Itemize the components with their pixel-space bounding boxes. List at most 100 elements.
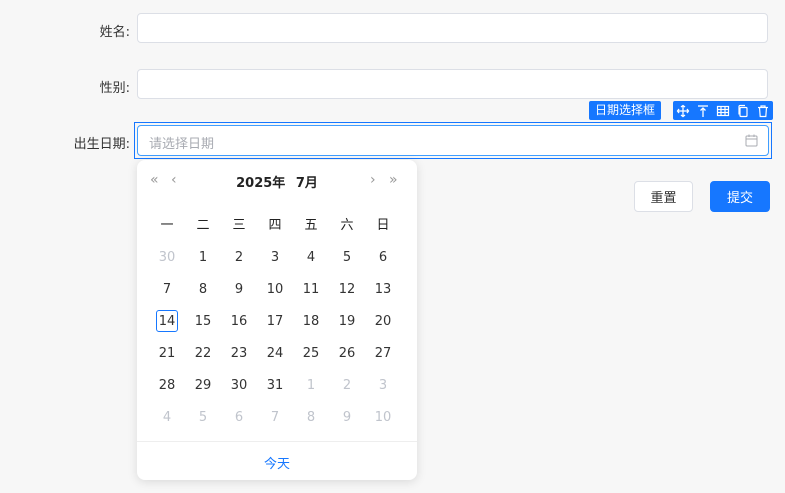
day-cell[interactable]: 27 <box>365 337 401 369</box>
day-cell[interactable]: 6 <box>365 241 401 273</box>
day-cell[interactable]: 24 <box>257 337 293 369</box>
date-picker-footer: 今天 <box>137 441 417 480</box>
weekday-label: 日 <box>376 218 390 233</box>
day-cell[interactable]: 18 <box>293 305 329 337</box>
move-icon[interactable] <box>676 104 690 118</box>
today-button[interactable]: 今天 <box>137 453 417 472</box>
next-month-button[interactable]: › <box>370 172 375 188</box>
date-picker-header: « ‹ 2025年 7月 › » <box>137 160 417 200</box>
day-number: 12 <box>338 281 356 297</box>
day-cell[interactable]: 11 <box>293 273 329 305</box>
day-number: 27 <box>374 345 392 361</box>
weekday-label: 二 <box>196 218 210 233</box>
day-cell[interactable]: 21 <box>149 337 185 369</box>
component-tag[interactable]: 日期选择框 <box>589 101 662 120</box>
month-label[interactable]: 7月 <box>296 176 318 191</box>
day-number: 3 <box>378 377 388 393</box>
day-number: 14 <box>156 310 178 332</box>
copy-icon[interactable] <box>736 104 750 118</box>
day-number: 25 <box>302 345 320 361</box>
day-cell[interactable]: 5 <box>329 241 365 273</box>
day-cell[interactable]: 13 <box>365 273 401 305</box>
day-cell[interactable]: 26 <box>329 337 365 369</box>
day-cell[interactable]: 10 <box>257 273 293 305</box>
day-number: 18 <box>302 313 320 329</box>
day-number: 2 <box>342 377 352 393</box>
day-number: 31 <box>266 377 284 393</box>
day-cell[interactable]: 4 <box>149 401 185 433</box>
submit-button[interactable]: 提交 <box>710 181 770 212</box>
day-cell[interactable]: 1 <box>185 241 221 273</box>
day-number: 2 <box>234 249 244 265</box>
day-cell[interactable]: 5 <box>185 401 221 433</box>
next-year-button[interactable]: » <box>389 172 397 188</box>
day-number: 15 <box>194 313 212 329</box>
day-number: 26 <box>338 345 356 361</box>
day-cell[interactable]: 31 <box>257 369 293 401</box>
day-cell[interactable]: 20 <box>365 305 401 337</box>
day-number: 17 <box>266 313 284 329</box>
day-cell[interactable]: 30 <box>221 369 257 401</box>
day-cell[interactable]: 9 <box>221 273 257 305</box>
day-number: 8 <box>306 409 316 425</box>
gender-input[interactable] <box>137 69 768 99</box>
day-cell[interactable]: 19 <box>329 305 365 337</box>
weekday-label: 六 <box>340 218 354 233</box>
month-title: 2025年 7月 <box>137 172 417 191</box>
day-cell[interactable]: 8 <box>293 401 329 433</box>
day-number: 19 <box>338 313 356 329</box>
gender-label: 性别: <box>99 81 130 96</box>
delete-icon[interactable] <box>756 104 770 118</box>
day-cell[interactable]: 1 <box>293 369 329 401</box>
day-number: 20 <box>374 313 392 329</box>
day-number: 7 <box>162 281 172 297</box>
day-number: 9 <box>342 409 352 425</box>
day-number: 6 <box>234 409 244 425</box>
birth-date-input[interactable]: 请选择日期 <box>137 125 769 156</box>
align-top-icon[interactable] <box>696 104 710 118</box>
day-cell[interactable]: 12 <box>329 273 365 305</box>
day-number: 10 <box>266 281 284 297</box>
day-number: 13 <box>374 281 392 297</box>
day-cell[interactable]: 8 <box>185 273 221 305</box>
year-label[interactable]: 2025年 <box>236 176 285 191</box>
weekday-header: 一 二 三 四 五 六 日 <box>149 214 407 238</box>
component-toolbar <box>673 101 773 120</box>
day-cell[interactable]: 10 <box>365 401 401 433</box>
day-cell[interactable]: 22 <box>185 337 221 369</box>
day-number: 3 <box>270 249 280 265</box>
reset-button[interactable]: 重置 <box>634 181 693 212</box>
day-cell[interactable]: 29 <box>185 369 221 401</box>
weekday-label: 四 <box>268 218 282 233</box>
day-cell[interactable]: 25 <box>293 337 329 369</box>
day-cell[interactable]: 15 <box>185 305 221 337</box>
day-cell[interactable]: 17 <box>257 305 293 337</box>
day-number: 9 <box>234 281 244 297</box>
weekday-label: 一 <box>160 218 174 233</box>
weekday-label: 五 <box>304 218 318 233</box>
day-cell[interactable]: 2 <box>329 369 365 401</box>
day-cell[interactable]: 23 <box>221 337 257 369</box>
day-cell[interactable]: 2 <box>221 241 257 273</box>
day-cell[interactable]: 7 <box>257 401 293 433</box>
day-cell[interactable]: 4 <box>293 241 329 273</box>
day-cell[interactable]: 16 <box>221 305 257 337</box>
name-input[interactable] <box>137 13 768 43</box>
day-number: 30 <box>158 249 176 265</box>
table-icon[interactable] <box>716 104 730 118</box>
day-cell[interactable]: 3 <box>365 369 401 401</box>
day-cell[interactable]: 3 <box>257 241 293 273</box>
day-cell-today[interactable]: 14 <box>149 305 185 337</box>
day-number: 4 <box>162 409 172 425</box>
day-cell[interactable]: 9 <box>329 401 365 433</box>
day-cell[interactable]: 28 <box>149 369 185 401</box>
day-number: 4 <box>306 249 316 265</box>
day-cell[interactable]: 6 <box>221 401 257 433</box>
day-number: 24 <box>266 345 284 361</box>
day-number: 6 <box>378 249 388 265</box>
day-cell[interactable]: 30 <box>149 241 185 273</box>
form-page: 姓名: 性别: 日期选择框 出生日期: 请选择日期 重置 提交 « ‹ 2025… <box>0 0 785 493</box>
day-cell[interactable]: 7 <box>149 273 185 305</box>
day-number: 1 <box>198 249 208 265</box>
calendar-icon <box>745 134 758 147</box>
